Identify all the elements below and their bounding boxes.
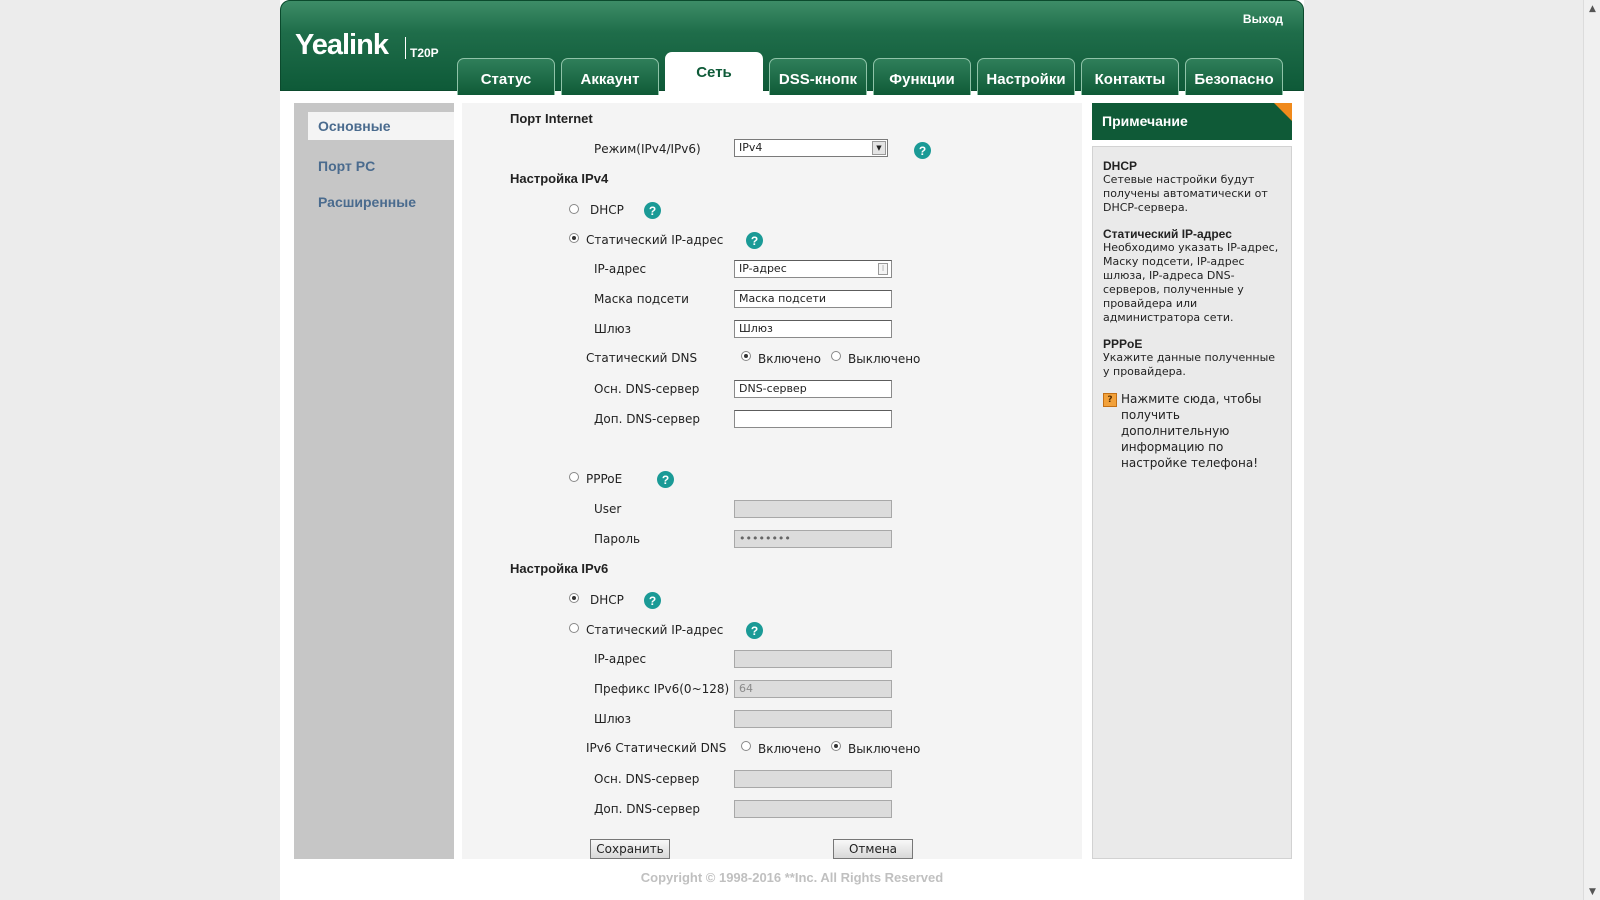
ipv6-gateway-label: Шлюз bbox=[594, 712, 631, 726]
ipv4-static-label: Статический IP-адрес bbox=[586, 233, 724, 247]
ipv4-static-dns-label: Статический DNS bbox=[586, 351, 698, 365]
cancel-button[interactable]: Отмена bbox=[833, 839, 913, 859]
ipv4-pppoe-label: PPPoE bbox=[586, 472, 623, 486]
ipv4-static-radio[interactable] bbox=[569, 233, 579, 243]
note-header: Примечание bbox=[1092, 103, 1292, 140]
help-icon[interactable]: ? bbox=[746, 232, 763, 249]
ipv4-mask-input[interactable]: Маска подсети bbox=[734, 290, 892, 308]
ipv4-pppoe-radio[interactable] bbox=[569, 472, 579, 482]
main-tabs: Статус Аккаунт Сеть DSS-кнопк Функции На… bbox=[457, 52, 1283, 95]
corner-fold-icon bbox=[1274, 103, 1292, 121]
ipv6-gateway-input[interactable] bbox=[734, 710, 892, 728]
tab-status[interactable]: Статус bbox=[457, 58, 555, 95]
sidebar-item-pc-port[interactable]: Порт PC bbox=[308, 148, 454, 184]
ipv4-mask-label: Маска подсети bbox=[594, 292, 689, 306]
sidebar-item-advanced[interactable]: Расширенные bbox=[308, 184, 454, 220]
note-text-dhcp: Сетевые настройки будут получены автомат… bbox=[1103, 173, 1268, 214]
more-info-text: Нажмите сюда, чтобы получить дополнитель… bbox=[1121, 392, 1262, 470]
note-body: DHCP Сетевые настройки будут получены ав… bbox=[1092, 146, 1292, 859]
tab-settings[interactable]: Настройки bbox=[977, 58, 1075, 95]
ipv6-prefix-input[interactable]: 64 bbox=[734, 680, 892, 698]
chevron-down-icon[interactable]: ▼ bbox=[872, 141, 886, 155]
ipv4-dns-on-label: Включено bbox=[758, 352, 821, 366]
ipv6-dhcp-radio[interactable] bbox=[569, 593, 579, 603]
ipv4-dns-on-radio[interactable] bbox=[741, 351, 751, 361]
note-heading-static: Статический IP-адрес bbox=[1103, 227, 1232, 241]
ipv6-title: Настройка IPv6 bbox=[510, 561, 609, 576]
ipv4-dns-off-radio[interactable] bbox=[831, 351, 841, 361]
ipv6-dns-off-radio[interactable] bbox=[831, 741, 841, 751]
ipv6-ip-label: IP-адрес bbox=[594, 652, 647, 666]
mode-select-value: IPv4 bbox=[739, 141, 763, 154]
ipv6-dhcp-label: DHCP bbox=[590, 593, 624, 607]
ipv4-dhcp-label: DHCP bbox=[590, 203, 624, 217]
model-label: T20P bbox=[410, 46, 439, 60]
ipv4-ip-value: IP-адрес bbox=[739, 262, 787, 275]
tab-account[interactable]: Аккаунт bbox=[561, 58, 659, 95]
ipv4-primary-dns-input[interactable]: DNS-сервер bbox=[734, 380, 892, 398]
ipv4-secondary-dns-input[interactable] bbox=[734, 410, 892, 428]
logout-link[interactable]: Выход bbox=[1243, 12, 1283, 26]
ipv6-dns-off-label: Выключено bbox=[848, 742, 921, 756]
edit-icon: ⁝ bbox=[878, 263, 888, 275]
ipv6-dns-on-radio[interactable] bbox=[741, 741, 751, 751]
save-button[interactable]: Сохранить bbox=[590, 839, 670, 859]
sidebar: Основные Порт PC Расширенные bbox=[294, 103, 454, 859]
ipv6-static-radio[interactable] bbox=[569, 623, 579, 633]
ipv4-gateway-input[interactable]: Шлюз bbox=[734, 320, 892, 338]
header: Yealink T20P Выход Статус Аккаунт Сеть D… bbox=[280, 0, 1304, 95]
pppoe-user-label: User bbox=[594, 502, 622, 516]
ipv6-primary-dns-input[interactable] bbox=[734, 770, 892, 788]
note-heading-dhcp: DHCP bbox=[1103, 159, 1138, 173]
note-text-pppoe: Укажите данные полученные у провайдера. bbox=[1103, 351, 1276, 378]
tab-dss-keys[interactable]: DSS-кнопк bbox=[769, 58, 867, 95]
internet-port-title: Порт Internet bbox=[510, 111, 593, 126]
note-panel: Примечание DHCP Сетевые настройки будут … bbox=[1092, 103, 1292, 859]
help-icon[interactable]: ? bbox=[644, 202, 661, 219]
ipv6-dns-on-label: Включено bbox=[758, 742, 821, 756]
ipv6-prefix-label: Префикс IPv6(0~128) bbox=[594, 682, 730, 696]
tab-contacts[interactable]: Контакты bbox=[1081, 58, 1179, 95]
ipv4-ip-input[interactable]: IP-адрес ⁝ bbox=[734, 260, 892, 278]
ipv4-gateway-label: Шлюз bbox=[594, 322, 631, 336]
ipv6-static-label: Статический IP-адрес bbox=[586, 623, 724, 637]
tab-security[interactable]: Безопасно bbox=[1185, 58, 1283, 95]
yealink-logo: Yealink bbox=[295, 29, 389, 61]
ipv4-title: Настройка IPv4 bbox=[510, 171, 609, 186]
tab-network[interactable]: Сеть bbox=[665, 52, 763, 92]
more-info-link[interactable]: ? Нажмите сюда, чтобы получить дополните… bbox=[1103, 391, 1281, 471]
help-book-icon: ? bbox=[1103, 393, 1117, 407]
pppoe-user-input[interactable] bbox=[734, 500, 892, 518]
ipv4-dhcp-radio[interactable] bbox=[569, 204, 579, 214]
ipv4-dns-off-label: Выключено bbox=[848, 352, 921, 366]
ipv6-ip-input[interactable] bbox=[734, 650, 892, 668]
network-form: Порт Internet Режим(IPv4/IPv6) IPv4 ▼ ? … bbox=[462, 103, 1082, 859]
pppoe-password-label: Пароль bbox=[594, 532, 641, 546]
ipv4-primary-dns-label: Осн. DNS-сервер bbox=[594, 382, 700, 396]
ipv4-secondary-dns-label: Доп. DNS-сервер bbox=[594, 412, 701, 426]
ipv6-primary-dns-label: Осн. DNS-сервер bbox=[594, 772, 700, 786]
note-text-static: Необходимо указать IP-адрес, Маску подсе… bbox=[1103, 241, 1279, 324]
help-icon[interactable]: ? bbox=[657, 471, 674, 488]
logo-divider bbox=[405, 37, 406, 59]
ipv6-static-dns-label: IPv6 Статический DNS bbox=[586, 741, 727, 755]
note-heading-pppoe: PPPoE bbox=[1103, 337, 1143, 351]
sidebar-item-basic[interactable]: Основные bbox=[308, 112, 454, 140]
note-title: Примечание bbox=[1102, 113, 1188, 129]
copyright: Copyright © 1998-2016 **Inc. All Rights … bbox=[640, 870, 944, 885]
scroll-up-icon[interactable]: ▲ bbox=[1584, 0, 1600, 17]
help-icon[interactable]: ? bbox=[746, 622, 763, 639]
mode-select[interactable]: IPv4 ▼ bbox=[734, 139, 888, 157]
page-scrollbar[interactable]: ▲ ▼ bbox=[1583, 0, 1600, 900]
ipv6-secondary-dns-label: Доп. DNS-сервер bbox=[594, 802, 701, 816]
mode-label: Режим(IPv4/IPv6) bbox=[594, 142, 701, 156]
help-icon[interactable]: ? bbox=[914, 142, 931, 159]
device-web-ui: Yealink T20P Выход Статус Аккаунт Сеть D… bbox=[280, 0, 1304, 900]
scroll-down-icon[interactable]: ▼ bbox=[1584, 883, 1600, 900]
ipv4-ip-label: IP-адрес bbox=[594, 262, 647, 276]
tab-features[interactable]: Функции bbox=[873, 58, 971, 95]
pppoe-password-input[interactable]: •••••••• bbox=[734, 530, 892, 548]
ipv6-secondary-dns-input[interactable] bbox=[734, 800, 892, 818]
help-icon[interactable]: ? bbox=[644, 592, 661, 609]
